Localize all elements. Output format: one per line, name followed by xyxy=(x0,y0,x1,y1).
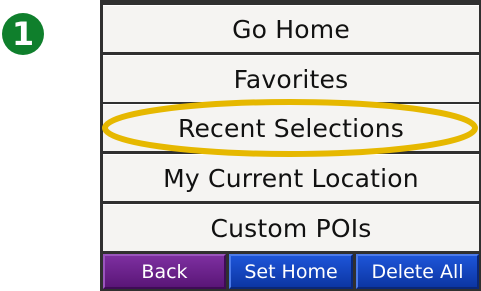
back-button[interactable]: Back xyxy=(103,254,226,289)
gps-screen: Go Home Favorites Recent Selections My C… xyxy=(100,0,481,291)
menu-item-recent-selections[interactable]: Recent Selections xyxy=(103,104,479,151)
menu-item-label: Recent Selections xyxy=(178,113,404,143)
menu-item-my-current-location[interactable]: My Current Location xyxy=(103,154,479,201)
delete-all-button[interactable]: Delete All xyxy=(356,254,479,289)
menu-item-label: Favorites xyxy=(233,64,349,94)
menu-item-go-home[interactable]: Go Home xyxy=(103,5,479,52)
set-home-button-label: Set Home xyxy=(244,260,338,283)
back-button-label: Back xyxy=(141,260,188,283)
menu-item-favorites[interactable]: Favorites xyxy=(103,55,479,102)
delete-all-button-label: Delete All xyxy=(371,260,464,283)
menu-item-label: My Current Location xyxy=(163,163,419,193)
menu-item-label: Go Home xyxy=(232,14,350,44)
menu-item-custom-pois[interactable]: Custom POIs xyxy=(103,204,479,251)
menu-item-label: Custom POIs xyxy=(210,213,372,243)
step-number-badge: 1 xyxy=(2,13,44,55)
set-home-button[interactable]: Set Home xyxy=(229,254,353,289)
bottom-button-bar: Back Set Home Delete All xyxy=(103,254,479,289)
